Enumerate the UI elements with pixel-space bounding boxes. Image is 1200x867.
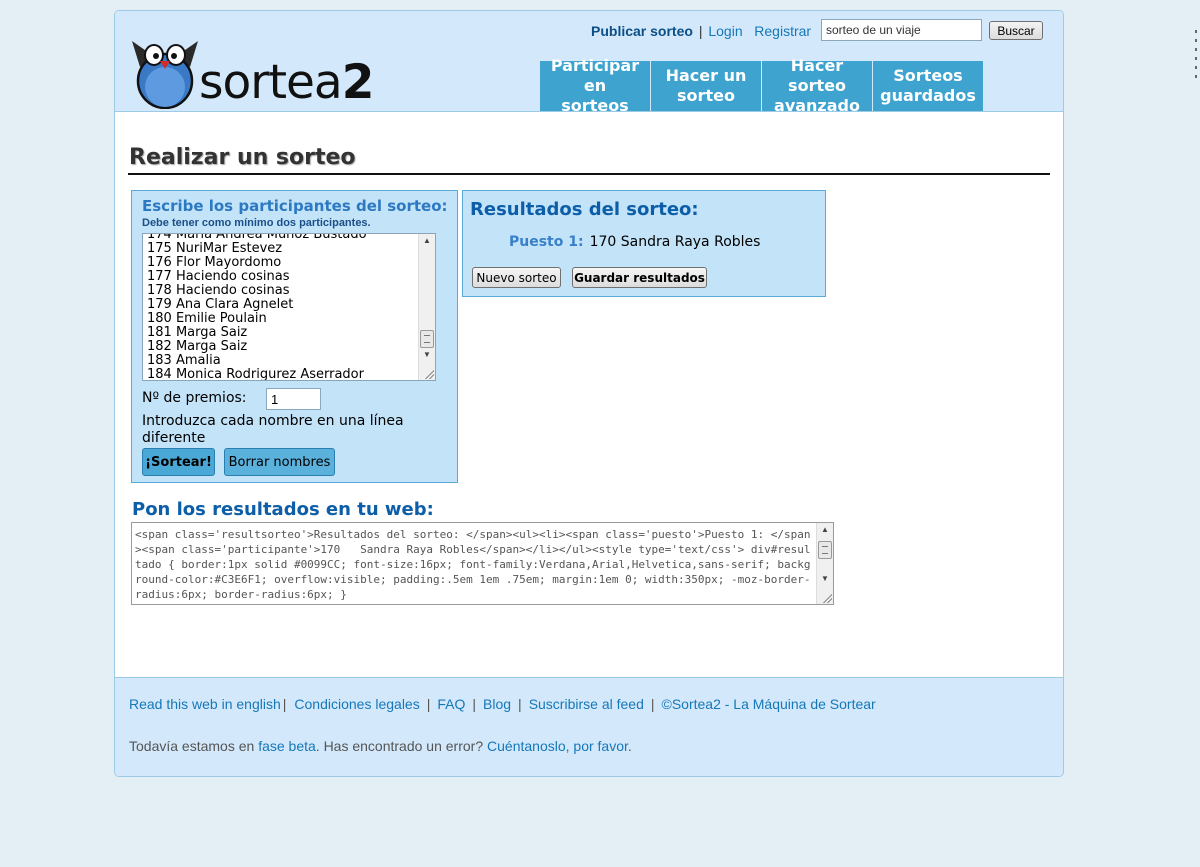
save-results-button[interactable]: Guardar resultados (572, 267, 707, 288)
result-position-label: Puesto 1: (509, 234, 584, 250)
footer-separator: | (650, 696, 655, 712)
participant-line: 183 Amalia (147, 353, 221, 368)
participant-line: 178 Haciendo cosinas (147, 283, 290, 298)
main-nav: Participar en sorteos Hacer un sorteo Hace… (540, 56, 984, 115)
title-divider (128, 173, 1050, 175)
footer-separator: | (472, 696, 477, 712)
logo-text-light: sortea (199, 55, 343, 110)
scroll-up-arrow-icon[interactable]: ▲ (817, 523, 833, 537)
nav-participate-line1: Participar en (550, 56, 640, 95)
beta-note-middle: . Has encontrado un error? (315, 738, 488, 754)
bird-mascot-icon (132, 41, 198, 110)
embed-scrollbar[interactable]: ▲ ▼ (816, 523, 833, 604)
nav-advanced-draw-line2: avanzado (774, 96, 860, 115)
result-winner: 170 Sandra Raya Robles (589, 234, 761, 250)
participant-line: 177 Haciendo cosinas (147, 269, 290, 284)
footer-separator: | (426, 696, 431, 712)
participants-list: 174 Maria Andrea Muñoz Bustado 175 NuriM… (147, 234, 417, 381)
site-header: sortea2 Publicar sorteo | Login Registra… (115, 11, 1063, 115)
participant-line: 181 Marga Saiz (147, 325, 248, 340)
participant-line: 176 Flor Mayordomo (147, 255, 282, 270)
search-button[interactable]: Buscar (989, 21, 1043, 40)
beta-note-prefix: Todavía estamos en (129, 738, 259, 754)
result-row: Puesto 1: 170 Sandra Raya Robles (509, 234, 760, 250)
participants-scrollbar[interactable]: ▲ ▼ (418, 234, 435, 380)
nav-make-draw[interactable]: Hacer un sorteo (651, 61, 761, 111)
scroll-thumb[interactable] (818, 541, 832, 559)
participants-title: Escribe los participantes del sorteo: (142, 197, 448, 215)
login-link[interactable]: Login (708, 23, 742, 39)
draw-button[interactable]: ¡Sortear! (142, 448, 215, 476)
nav-participate[interactable]: Participar en sorteos (540, 56, 650, 115)
new-draw-button[interactable]: Nuevo sorteo (472, 267, 561, 288)
beta-note: Todavía estamos en fase beta. Has encont… (129, 738, 632, 754)
top-links-separator: | (698, 23, 703, 39)
feed-link[interactable]: Suscribirse al feed (529, 696, 644, 712)
page-container: sortea2 Publicar sorteo | Login Registra… (114, 10, 1064, 777)
nav-make-draw-line2: sorteo (677, 86, 735, 105)
participant-line: 182 Marga Saiz (147, 339, 248, 354)
embed-code: <span class='resultsorteo'>Resultados de… (135, 528, 811, 601)
top-links: Publicar sorteo | Login Registrar (591, 23, 811, 39)
edge-divider (1195, 30, 1197, 78)
nav-advanced-draw[interactable]: Hacer sorteo avanzado (762, 56, 872, 115)
copyright-link[interactable]: ©Sortea2 - La Máquina de Sortear (662, 696, 876, 712)
participant-line: 180 Emilie Poulain (147, 311, 267, 326)
footer-separator: | (282, 696, 287, 712)
page-title: Realizar un sorteo (129, 145, 356, 170)
search-input[interactable] (821, 19, 982, 41)
blog-link[interactable]: Blog (483, 696, 511, 712)
nav-saved-draws-line1: Sorteos (893, 66, 963, 85)
embed-code-textarea[interactable]: <span class='resultsorteo'>Resultados de… (131, 522, 834, 605)
nav-make-draw-line1: Hacer un (665, 66, 747, 85)
resize-grip-icon[interactable] (822, 593, 832, 603)
faq-link[interactable]: FAQ (437, 696, 465, 712)
clear-names-button[interactable]: Borrar nombres (224, 448, 335, 476)
participant-line: 175 NuriMar Estevez (147, 241, 283, 256)
register-link[interactable]: Registrar (754, 23, 811, 39)
scroll-down-arrow-icon[interactable]: ▼ (817, 572, 833, 586)
participant-line: 184 Monica Rodrigurez Aserrador (147, 367, 364, 381)
resize-grip-icon[interactable] (424, 369, 434, 379)
legal-link[interactable]: Condiciones legales (294, 696, 419, 712)
report-error-link[interactable]: Cuéntanoslo, por favor (487, 738, 628, 754)
results-title: Resultados del sorteo: (470, 199, 699, 220)
prizes-input[interactable] (266, 388, 321, 410)
scroll-thumb[interactable] (420, 330, 434, 348)
prizes-label: Nº de premios: (142, 390, 247, 406)
nav-participate-line2: sorteos (561, 96, 629, 115)
participants-textarea[interactable]: 174 Maria Andrea Muñoz Bustado 175 NuriM… (142, 233, 436, 381)
nav-advanced-draw-line1: Hacer sorteo (788, 56, 846, 95)
site-footer: Read this web in english | Condiciones leg… (115, 677, 1063, 776)
sortea2-logo[interactable] (130, 37, 200, 114)
logo-text-bold: 2 (341, 55, 375, 110)
names-hint: Introduzca cada nombre en una línea dife… (142, 413, 404, 446)
embed-title: Pon los resultados en tu web: (132, 499, 434, 520)
participants-panel: Escribe los participantes del sorteo: De… (131, 190, 458, 483)
participant-line: 179 Ana Clara Agnelet (147, 297, 294, 312)
nav-saved-draws[interactable]: Sorteos guardados (873, 61, 983, 111)
participants-subtitle: Debe tener como mínimo dos participantes… (142, 217, 371, 229)
scroll-up-arrow-icon[interactable]: ▲ (419, 234, 435, 248)
footer-links: Read this web in english | Condiciones leg… (129, 696, 876, 712)
results-panel: Resultados del sorteo: Puesto 1: 170 Sand… (462, 190, 826, 297)
beta-link[interactable]: fase beta (258, 738, 316, 754)
logo-wordmark[interactable]: sortea2 (199, 59, 374, 106)
publish-draw-link[interactable]: Publicar sorteo (591, 23, 693, 39)
footer-separator: | (518, 696, 522, 712)
english-link[interactable]: Read this web in english (129, 696, 281, 712)
beta-note-suffix: . (627, 738, 632, 754)
nav-saved-draws-line2: guardados (880, 86, 976, 105)
scroll-down-arrow-icon[interactable]: ▼ (419, 348, 435, 362)
